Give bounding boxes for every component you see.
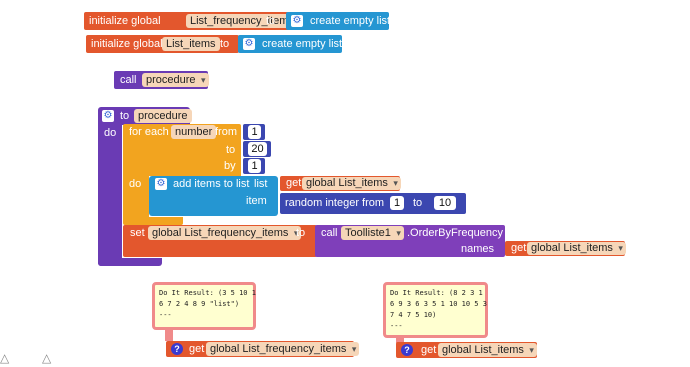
- procedure-name[interactable]: procedure: [134, 109, 192, 123]
- init-global-items-block[interactable]: initialize global List_items to: [86, 35, 239, 53]
- list-label: list: [254, 178, 268, 190]
- create-empty-list-label: create empty list: [310, 15, 391, 27]
- call-label: call: [120, 74, 137, 86]
- init-global-frequency-block[interactable]: initialize global List_frequency_items t…: [84, 12, 298, 30]
- procedure-body-bar: [98, 124, 122, 266]
- for-do-label: do: [129, 178, 142, 190]
- to-value[interactable]: 20: [248, 142, 267, 156]
- from-label: from: [215, 126, 237, 138]
- create-empty-list-label: create empty list: [262, 38, 343, 50]
- init-var-name[interactable]: List_items: [162, 37, 220, 51]
- gear-icon[interactable]: ⚙: [102, 110, 114, 122]
- random-from-value[interactable]: 1: [390, 196, 404, 210]
- by-value[interactable]: 1: [248, 159, 261, 173]
- create-empty-list-block[interactable]: ⚙ create empty list: [238, 35, 342, 53]
- get-frequency-items-block[interactable]: ? get global List_frequency_items: [166, 341, 360, 357]
- by-number-block[interactable]: 1: [243, 158, 265, 174]
- get-var-dropdown[interactable]: global List_items: [527, 242, 626, 255]
- set-global-block[interactable]: set global List_frequency_items to: [123, 225, 317, 257]
- init-label: initialize global: [91, 38, 163, 50]
- gear-icon[interactable]: ⚙: [155, 178, 167, 190]
- warning-icon[interactable]: △: [42, 351, 51, 365]
- call-order-by-frequency-block[interactable]: call Toolliste1 .OrderByFrequency names: [315, 225, 505, 257]
- procedure-footer: [98, 258, 162, 266]
- to-number-block[interactable]: 20: [243, 141, 271, 157]
- gear-icon[interactable]: ⚙: [243, 38, 255, 50]
- set-var-dropdown[interactable]: global List_frequency_items: [148, 226, 302, 240]
- get-list-items-result-block[interactable]: ? get global List_items: [396, 342, 537, 358]
- add-items-label: add items to list: [173, 178, 250, 190]
- call-procedure-block[interactable]: call procedure: [114, 71, 209, 89]
- component-dropdown[interactable]: Toolliste1: [341, 226, 404, 240]
- get-names-block[interactable]: get global List_items: [505, 241, 626, 256]
- get-label: get: [511, 242, 527, 254]
- set-label: set: [130, 227, 145, 239]
- init-to-label: to: [266, 15, 276, 27]
- init-var-name[interactable]: List_frequency_items: [186, 14, 298, 28]
- random-integer-block[interactable]: random integer from 1 to 10: [280, 193, 466, 214]
- init-label: initialize global: [89, 15, 161, 27]
- gear-icon[interactable]: ⚙: [291, 15, 303, 27]
- random-integer-label: random integer from: [285, 197, 385, 209]
- from-number-block[interactable]: 1: [243, 124, 265, 140]
- loop-var-name[interactable]: number: [171, 125, 217, 139]
- to-label: to: [226, 144, 236, 156]
- method-label: .OrderByFrequency: [407, 227, 503, 239]
- proc-do-label: do: [104, 127, 117, 139]
- procedure-dropdown[interactable]: procedure: [142, 73, 209, 87]
- call-label: call: [321, 227, 338, 239]
- random-to-label: to: [413, 197, 423, 209]
- get-var-dropdown[interactable]: global List_items: [302, 177, 401, 190]
- get-list-items-block[interactable]: get global List_items: [280, 176, 401, 191]
- add-items-block[interactable]: ⚙ add items to list list item: [149, 176, 278, 216]
- create-empty-list-block[interactable]: ⚙ create empty list: [286, 12, 391, 30]
- get-var-dropdown[interactable]: global List_items: [438, 343, 537, 357]
- set-to-label: to: [296, 227, 306, 239]
- names-label: names: [461, 243, 495, 255]
- question-icon[interactable]: ?: [171, 343, 183, 355]
- do-it-result-bubble: Do It Result: (8 2 3 1 6 9 3 6 3 5 1 10 …: [383, 282, 488, 338]
- bubble-connector: [165, 329, 173, 341]
- get-label: get: [189, 343, 205, 355]
- init-to-label: to: [220, 38, 230, 50]
- procedure-definition-block[interactable]: ⚙ to procedure: [98, 107, 192, 125]
- do-it-result-bubble: Do It Result: (3 5 10 1 6 7 2 4 8 9 "lis…: [152, 282, 256, 330]
- from-value[interactable]: 1: [248, 125, 261, 139]
- get-label: get: [286, 177, 302, 189]
- proc-to-label: to: [120, 110, 130, 122]
- for-each-footer: [123, 217, 183, 225]
- get-var-dropdown[interactable]: global List_frequency_items: [206, 342, 360, 356]
- random-to-value[interactable]: 10: [434, 196, 456, 210]
- item-label: item: [246, 195, 267, 207]
- get-label: get: [421, 344, 437, 356]
- for-each-block[interactable]: for each number from to by: [123, 124, 241, 176]
- warning-icon[interactable]: △: [0, 351, 9, 365]
- for-each-label: for each: [129, 126, 169, 138]
- by-label: by: [224, 160, 236, 172]
- question-icon[interactable]: ?: [401, 344, 413, 356]
